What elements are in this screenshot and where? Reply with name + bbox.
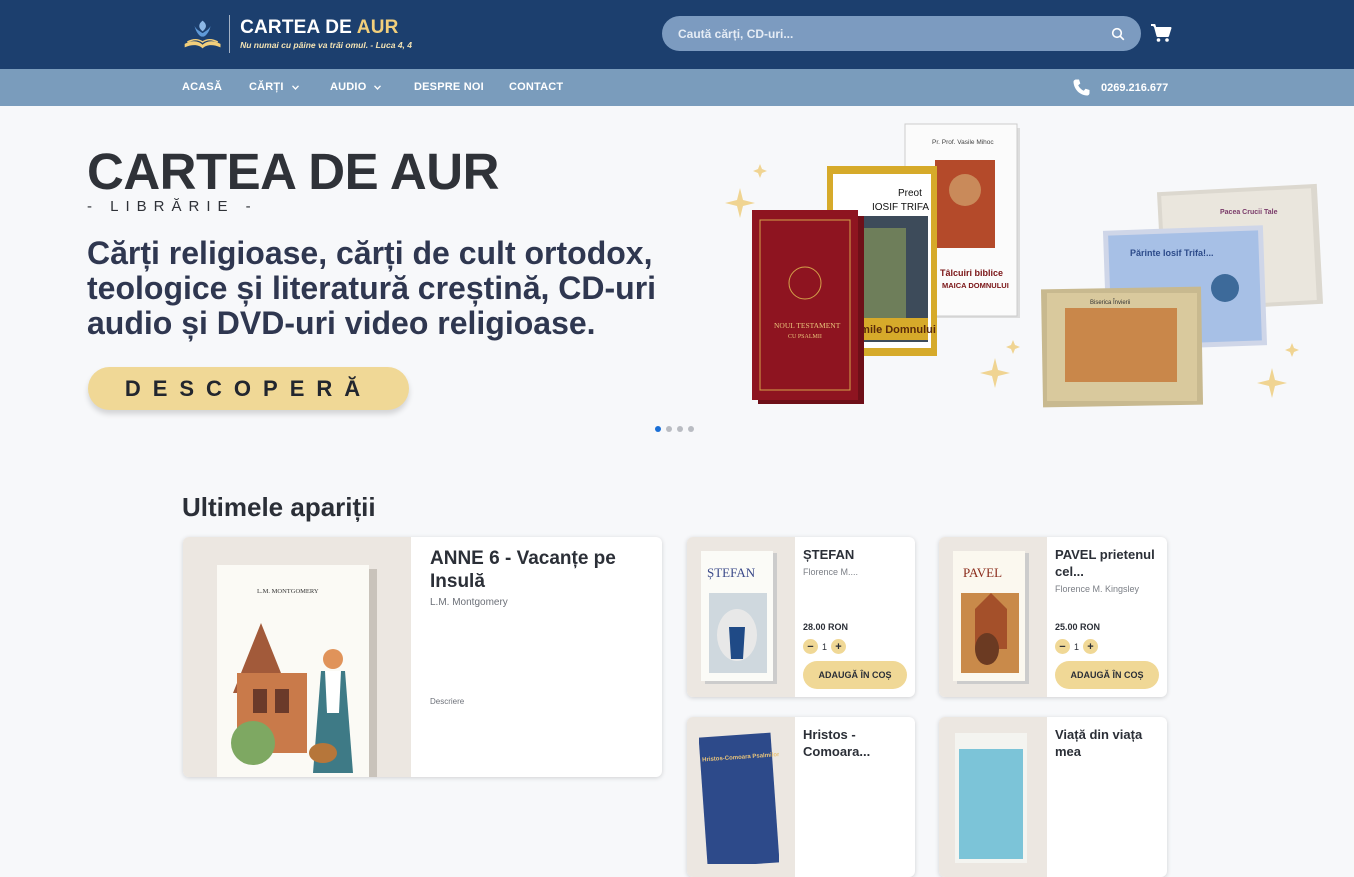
hero-title: CARTEA DE AUR bbox=[87, 143, 499, 200]
svg-text:Pacea Crucii Tale: Pacea Crucii Tale bbox=[1220, 209, 1278, 216]
nav-item-books[interactable]: CĂRȚI bbox=[249, 81, 299, 93]
brand-name: CARTEA DE AUR bbox=[240, 17, 399, 38]
chevron-down-icon bbox=[291, 84, 299, 90]
phone-contact[interactable]: 0269.216.677 bbox=[1072, 78, 1168, 97]
product-author: Florence M. Kingsley bbox=[1055, 584, 1140, 594]
brand-motto: Nu numai cu pâine va trăi omul. - Luca 4… bbox=[240, 40, 412, 50]
nav-item-about[interactable]: DESPRE NOI bbox=[414, 81, 484, 93]
svg-text:L.M. MONTGOMERY: L.M. MONTGOMERY bbox=[257, 588, 319, 595]
increase-quantity-button[interactable]: + bbox=[831, 639, 847, 654]
slider-dot[interactable] bbox=[688, 426, 694, 432]
hero-products-image: Pr. Prof. Vasile Mihoc Tâlcuiri biblice … bbox=[725, 123, 1324, 408]
nav-label: CĂRȚI bbox=[249, 81, 284, 93]
svg-text:Biserica Învierii: Biserica Învierii bbox=[1090, 299, 1130, 306]
svg-text:PAVEL: PAVEL bbox=[963, 565, 1002, 580]
decrease-quantity-button[interactable]: − bbox=[803, 639, 818, 654]
slider-pagination bbox=[655, 426, 694, 432]
product-cover-image: ȘTEFAN bbox=[701, 551, 777, 684]
cart-icon[interactable] bbox=[1150, 23, 1172, 43]
nav-item-contact[interactable]: CONTACT bbox=[509, 81, 563, 93]
svg-text:IOSIF TRIFA: IOSIF TRIFA bbox=[872, 202, 929, 213]
decrease-quantity-button[interactable]: − bbox=[1055, 639, 1070, 654]
nav-label: AUDIO bbox=[330, 81, 367, 93]
slider-dot[interactable] bbox=[666, 426, 672, 432]
section-title: Ultimele apariții bbox=[182, 492, 376, 522]
logo-separator bbox=[229, 15, 231, 53]
svg-text:Tâlcuiri biblice: Tâlcuiri biblice bbox=[940, 268, 1003, 278]
product-title[interactable]: Hristos - Comoara... bbox=[803, 726, 907, 760]
nav-item-home[interactable]: ACASĂ bbox=[182, 81, 222, 93]
quantity-stepper: − 1 + bbox=[803, 639, 847, 654]
slider-dot[interactable] bbox=[677, 426, 683, 432]
quantity-value[interactable]: 1 bbox=[1074, 642, 1079, 652]
product-title[interactable]: ANNE 6 - Vacanțe pe Insulă bbox=[430, 547, 650, 593]
svg-text:Preot: Preot bbox=[898, 188, 922, 199]
discover-button[interactable]: DESCOPERĂ bbox=[88, 367, 409, 410]
logo-book-icon bbox=[184, 20, 221, 49]
svg-text:ȘTEFAN: ȘTEFAN bbox=[707, 565, 756, 580]
svg-text:Părinte Iosif Trifa!...: Părinte Iosif Trifa!... bbox=[1130, 248, 1214, 258]
hero-description: Cărți religioase, cărți de cult ortodox,… bbox=[87, 235, 657, 341]
quantity-value[interactable]: 1 bbox=[822, 642, 827, 652]
nav-label: DESPRE NOI bbox=[414, 81, 484, 93]
increase-quantity-button[interactable]: + bbox=[1083, 639, 1099, 654]
add-to-cart-button[interactable]: ADAUGĂ ÎN COȘ bbox=[1055, 661, 1159, 689]
phone-number: 0269.216.677 bbox=[1101, 81, 1169, 94]
chevron-down-icon bbox=[374, 84, 382, 90]
hero-subtitle: - LIBRĂRIE - bbox=[87, 198, 258, 215]
logo[interactable]: CARTEA DE AUR Nu numai cu pâine va trăi … bbox=[182, 14, 412, 54]
quantity-stepper: − 1 + bbox=[1055, 639, 1099, 654]
search-input[interactable] bbox=[678, 26, 1111, 41]
slider-dot[interactable] bbox=[655, 426, 661, 432]
add-to-cart-button[interactable]: ADAUGĂ ÎN COȘ bbox=[803, 661, 907, 689]
main-nav: ACASĂ CĂRȚI AUDIO DESPRE NOI CONTACT 026… bbox=[0, 69, 1354, 106]
product-title[interactable]: Viață din viața mea bbox=[1055, 726, 1159, 760]
product-cover-image bbox=[955, 733, 1027, 863]
product-cover-image: PAVEL bbox=[953, 551, 1029, 684]
product-description-label[interactable]: Descriere bbox=[430, 697, 464, 706]
header-bar: CARTEA DE AUR Nu numai cu pâine va trăi … bbox=[0, 0, 1354, 69]
product-cover-image: L.M. MONTGOMERY bbox=[217, 565, 377, 777]
product-price: 25.00 RON bbox=[1055, 622, 1101, 632]
product-title[interactable]: ȘTEFAN bbox=[803, 546, 907, 563]
hero-slider: CARTEA DE AUR - LIBRĂRIE - Cărți religio… bbox=[0, 106, 1354, 446]
nav-label: ACASĂ bbox=[182, 81, 223, 93]
product-author: Florence M.... bbox=[803, 567, 859, 577]
search-bar bbox=[662, 16, 1141, 51]
svg-text:NOUL TESTAMENT: NOUL TESTAMENT bbox=[774, 321, 841, 330]
svg-text:Pr. Prof. Vasile Mihoc: Pr. Prof. Vasile Mihoc bbox=[932, 139, 994, 146]
product-author: L.M. Montgomery bbox=[430, 597, 508, 608]
product-price: 28.00 RON bbox=[803, 622, 849, 632]
product-card[interactable]: ȘTEFAN ȘTEFAN Florence M.... 28.00 RON −… bbox=[687, 537, 915, 697]
logo-text: CARTEA DE AUR Nu numai cu pâine va trăi … bbox=[240, 17, 412, 51]
product-card[interactable]: Viață din viața mea bbox=[939, 717, 1167, 877]
search-icon[interactable] bbox=[1111, 27, 1125, 41]
svg-text:MAICA DOMNULUI: MAICA DOMNULUI bbox=[942, 281, 1009, 290]
featured-product-card[interactable]: L.M. MONTGOMERY ANNE 6 - Vacanțe pe Insu… bbox=[183, 537, 662, 777]
phone-icon bbox=[1073, 79, 1090, 96]
nav-item-audio[interactable]: AUDIO bbox=[330, 81, 382, 93]
product-card[interactable]: Hristos-Comoara Psalmilor Hristos - Como… bbox=[687, 717, 915, 877]
product-cover-image: Hristos-Comoara Psalmilor bbox=[699, 732, 779, 864]
svg-text:CU PSALMII: CU PSALMII bbox=[788, 334, 822, 340]
product-title[interactable]: PAVEL prietenul cel... bbox=[1055, 546, 1159, 580]
nav-label: CONTACT bbox=[509, 81, 564, 93]
product-card[interactable]: PAVEL PAVEL prietenul cel... Florence M.… bbox=[939, 537, 1167, 697]
